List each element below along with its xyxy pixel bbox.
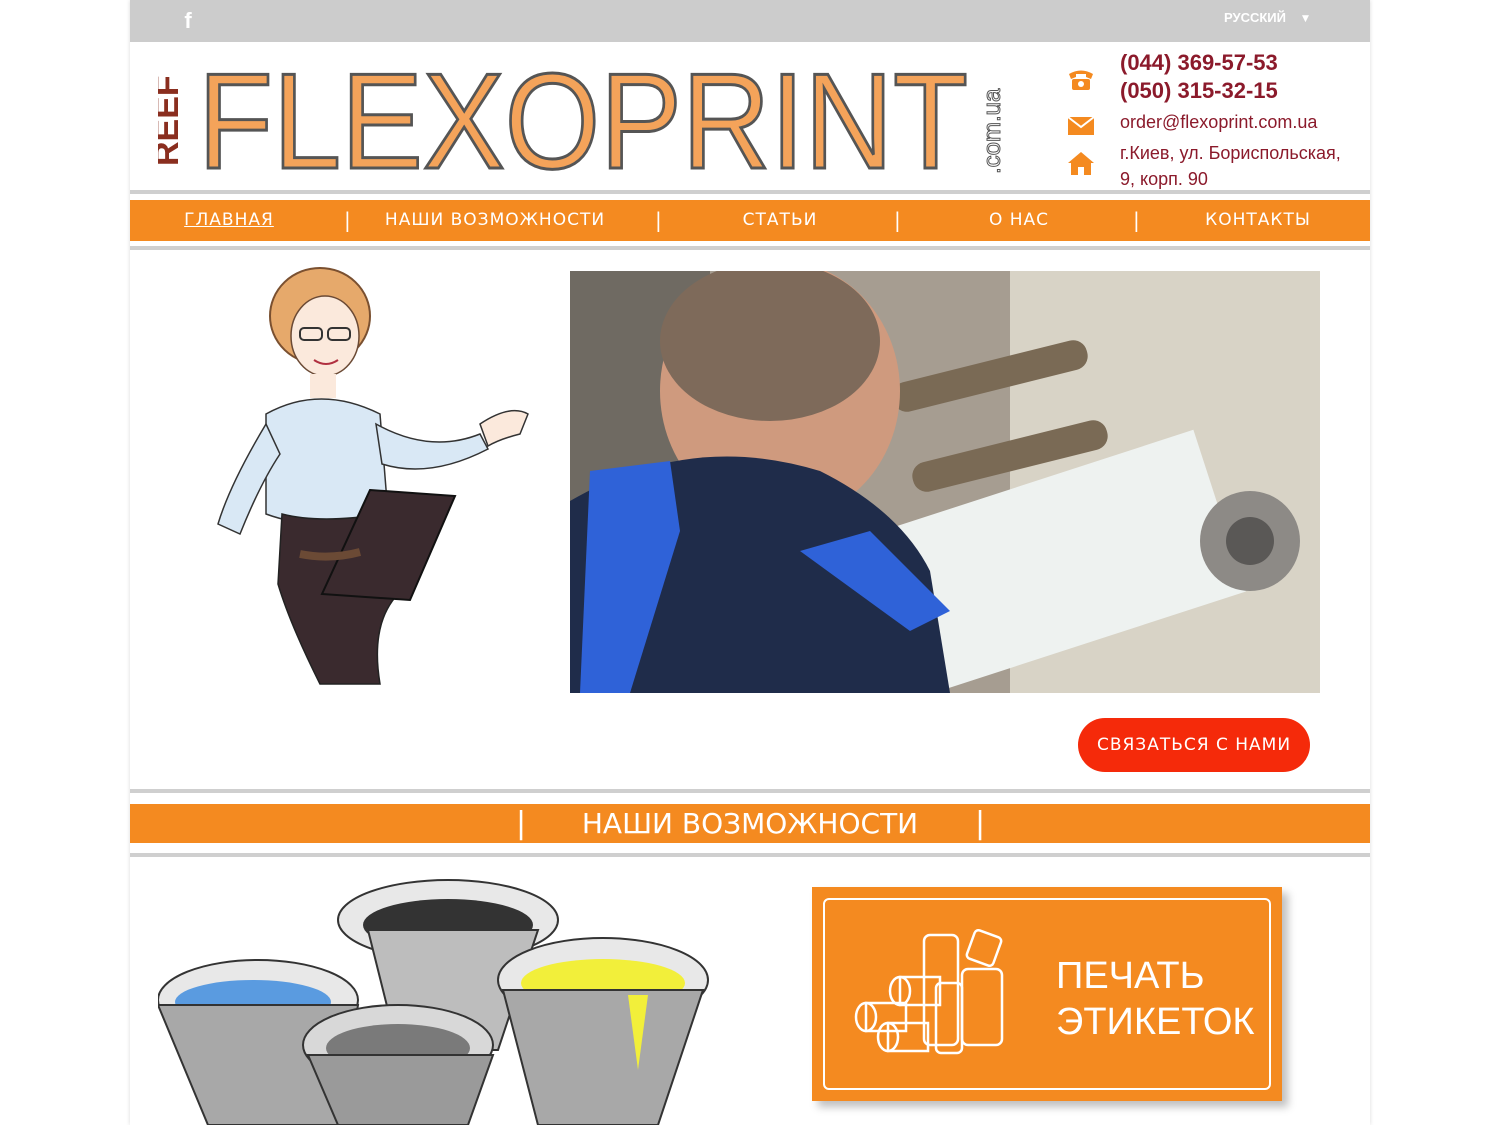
printing-press-photo bbox=[570, 271, 1320, 693]
phone-number-1[interactable]: (044) 369-57-53 bbox=[1120, 50, 1278, 76]
language-selector[interactable]: РУССКИЙ bbox=[1224, 10, 1286, 25]
email-link[interactable]: order@flexoprint.com.ua bbox=[1120, 112, 1317, 133]
woman-illustration bbox=[217, 267, 529, 685]
top-bar: f РУССКИЙ ▼ bbox=[130, 0, 1370, 42]
nav-item-contacts[interactable]: КОНТАКТЫ bbox=[1200, 200, 1316, 241]
address-text: г.Киев, ул. Бориспольская, 9, корп. 90 bbox=[1120, 143, 1341, 189]
nav-item-label: НАШИ ВОЗМОЖНОСТИ bbox=[384, 210, 606, 230]
nav-item-home[interactable]: ГЛАВНАЯ bbox=[170, 200, 288, 241]
section-header: | НАШИ ВОЗМОЖНОСТИ | bbox=[130, 804, 1370, 843]
page: f РУССКИЙ ▼ REEF FLEXOPRINT .com.ua (044… bbox=[130, 0, 1370, 1125]
nav-separator: | bbox=[344, 208, 351, 232]
nav-separator: | bbox=[655, 208, 662, 232]
divider bbox=[130, 789, 1370, 793]
logo-brand: FLEXOPRINT bbox=[198, 56, 968, 180]
facebook-icon[interactable]: f bbox=[178, 8, 198, 34]
paint-buckets-illustration bbox=[158, 879, 709, 1125]
card-title-line-2: ЭТИКЕТОК bbox=[1056, 1001, 1255, 1043]
divider bbox=[130, 190, 1370, 194]
chevron-down-icon[interactable]: ▼ bbox=[1302, 14, 1309, 24]
logo-domain: .com.ua bbox=[979, 88, 1006, 174]
envelope-icon bbox=[1067, 116, 1095, 135]
card-title: ПЕЧАТЬ ЭТИКЕТОК bbox=[1056, 953, 1255, 1045]
nav-item-about[interactable]: О НАС bbox=[976, 200, 1062, 241]
section-title: НАШИ ВОЗМОЖНОСТИ bbox=[581, 807, 919, 840]
section-bar-right: | bbox=[975, 806, 986, 841]
main-nav: ГЛАВНАЯ | НАШИ ВОЗМОЖНОСТИ ⌄ | СТАТЬИ | … bbox=[130, 200, 1370, 270]
nav-separator: | bbox=[894, 208, 901, 232]
divider bbox=[130, 853, 1370, 857]
site-logo[interactable]: REEF FLEXOPRINT .com.ua bbox=[158, 56, 1008, 180]
home-icon bbox=[1068, 152, 1094, 175]
nav-item-capabilities[interactable]: НАШИ ВОЗМОЖНОСТИ ⌄ bbox=[380, 200, 610, 270]
phone-icon bbox=[1069, 70, 1093, 90]
contact-us-button[interactable]: СВЯЗАТЬСЯ С НАМИ bbox=[1078, 718, 1310, 772]
label-printing-card[interactable]: ПЕЧАТЬ ЭТИКЕТОК bbox=[812, 887, 1282, 1101]
divider bbox=[130, 246, 1370, 250]
label-rolls-icon bbox=[854, 929, 1004, 1055]
nav-item-articles[interactable]: СТАТЬИ bbox=[730, 200, 830, 241]
phone-number-2[interactable]: (050) 315-32-15 bbox=[1120, 78, 1278, 104]
logo-prefix: REEF bbox=[158, 75, 186, 166]
nav-separator: | bbox=[1133, 208, 1140, 232]
card-title-line-1: ПЕЧАТЬ bbox=[1056, 955, 1205, 997]
